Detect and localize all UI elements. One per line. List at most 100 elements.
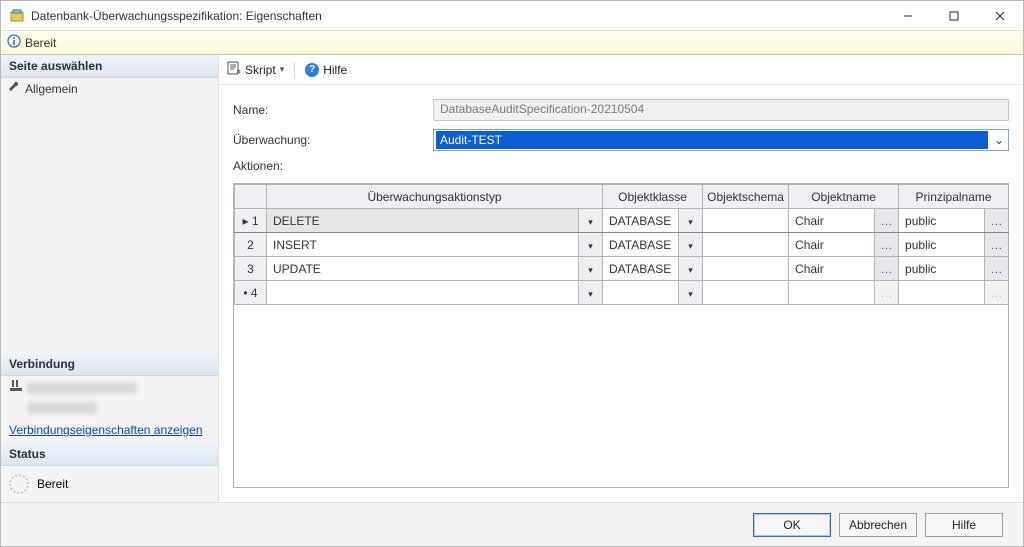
status-value: Bereit	[37, 477, 68, 491]
name-label: Name:	[233, 103, 433, 117]
chevron-down-icon: ▾	[688, 217, 693, 227]
toolbar: Skript ▾ ? Hilfe	[219, 55, 1023, 85]
object-schema-cell[interactable]	[703, 209, 788, 232]
chevron-down-icon: ▾	[588, 265, 593, 275]
ellipsis-button[interactable]: …	[985, 233, 1009, 257]
help-icon: ?	[305, 63, 319, 77]
ellipsis-button[interactable]: …	[875, 257, 899, 281]
table-row[interactable]: • 4 ▾ ▾ … …	[235, 281, 1009, 305]
table-row[interactable]: ▸ 1DELETE▾DATABASE▾Chair…public…	[235, 209, 1009, 233]
dropdown-arrow[interactable]: ▾	[579, 281, 603, 305]
ellipsis-button: …	[875, 281, 899, 305]
app-icon	[9, 8, 25, 24]
script-icon	[227, 61, 241, 78]
close-button[interactable]	[977, 1, 1023, 30]
dropdown-arrow[interactable]: ▾	[679, 233, 703, 257]
chevron-down-icon: ▾	[688, 241, 693, 251]
col-object-class[interactable]: Objektklasse	[603, 185, 703, 209]
object-name-cell[interactable]: Chair	[789, 257, 874, 280]
row-header[interactable]: ▸ 1	[235, 209, 267, 233]
row-header[interactable]: 2	[235, 233, 267, 257]
dropdown-arrow[interactable]: ▾	[679, 257, 703, 281]
window-title: Datenbank-Überwachungsspezifikation: Eig…	[31, 9, 885, 23]
actions-grid[interactable]: Überwachungsaktionstyp Objektklasse Obje…	[233, 183, 1009, 488]
maximize-button[interactable]	[931, 1, 977, 30]
connection-header: Verbindung	[1, 353, 218, 376]
object-schema-cell[interactable]	[703, 233, 788, 256]
chevron-down-icon[interactable]: ⌄	[990, 133, 1008, 147]
principal-name-cell[interactable]: public	[899, 257, 984, 280]
select-page-header: Seite auswählen	[1, 55, 218, 78]
ellipsis-button[interactable]: …	[985, 257, 1009, 281]
col-principal-name[interactable]: Prinzipalname	[899, 185, 1009, 209]
sidebar-item-label: Allgemein	[25, 82, 78, 96]
dialog-footer: OK Abbrechen Hilfe	[1, 502, 1023, 546]
chevron-down-icon: ▾	[688, 289, 693, 299]
col-object-schema[interactable]: Objektschema	[703, 185, 789, 209]
col-object-name[interactable]: Objektname	[789, 185, 899, 209]
sidebar: Seite auswählen Allgemein Verbindung x x…	[1, 55, 219, 502]
object-schema-cell[interactable]	[703, 281, 788, 304]
dropdown-arrow[interactable]: ▾	[579, 209, 603, 233]
minimize-button[interactable]	[885, 1, 931, 30]
col-action-type[interactable]: Überwachungsaktionstyp	[267, 185, 603, 209]
dropdown-arrow[interactable]: ▾	[579, 233, 603, 257]
chevron-down-icon: ▾	[588, 289, 593, 299]
action-type-cell[interactable]: INSERT	[267, 233, 578, 256]
status-spinner-icon	[9, 474, 29, 494]
ok-button[interactable]: OK	[753, 513, 831, 537]
principal-name-cell[interactable]: public	[899, 233, 984, 256]
object-schema-cell[interactable]	[703, 257, 788, 280]
action-type-cell[interactable]: DELETE	[267, 209, 578, 232]
name-field: DatabaseAuditSpecification-20210504	[433, 99, 1009, 121]
dropdown-arrow[interactable]: ▾	[579, 257, 603, 281]
dropdown-arrow[interactable]: ▾	[679, 209, 703, 233]
user-name-redacted: x	[27, 402, 97, 414]
row-header[interactable]: • 4	[235, 281, 267, 305]
ready-statusbar: Bereit	[1, 31, 1023, 55]
dropdown-arrow[interactable]: ▾	[679, 281, 703, 305]
object-class-cell[interactable]: DATABASE	[603, 209, 678, 232]
connection-info: x	[1, 376, 218, 399]
audit-combobox[interactable]: Audit-TEST ⌄	[433, 129, 1009, 151]
row-header[interactable]: 3	[235, 257, 267, 281]
ellipsis-button[interactable]: …	[875, 209, 899, 233]
sidebar-item-general[interactable]: Allgemein	[1, 78, 218, 99]
action-type-cell[interactable]: UPDATE	[267, 257, 578, 280]
object-name-cell[interactable]: Chair	[789, 209, 874, 232]
help-label: Hilfe	[323, 63, 347, 77]
wrench-icon	[9, 81, 21, 96]
connection-user: x	[1, 399, 218, 417]
action-type-cell[interactable]	[267, 281, 578, 304]
titlebar: Datenbank-Überwachungsspezifikation: Eig…	[1, 1, 1023, 31]
script-button[interactable]: Skript ▾	[227, 61, 284, 78]
object-class-cell[interactable]: DATABASE	[603, 233, 678, 256]
help-button-footer[interactable]: Hilfe	[925, 513, 1003, 537]
object-name-cell[interactable]: Chair	[789, 233, 874, 256]
ellipsis-button: …	[985, 281, 1009, 305]
ellipsis-button[interactable]: …	[875, 233, 899, 257]
object-class-cell[interactable]	[603, 281, 678, 304]
main-panel: Skript ▾ ? Hilfe Name: DatabaseAuditSpec…	[219, 55, 1023, 502]
script-label: Skript	[245, 63, 276, 77]
principal-name-cell[interactable]	[899, 281, 984, 304]
chevron-down-icon: ▾	[588, 241, 593, 251]
object-name-cell[interactable]	[789, 281, 874, 304]
chevron-down-icon: ▾	[688, 265, 693, 275]
table-row[interactable]: 2INSERT▾DATABASE▾Chair…public…	[235, 233, 1009, 257]
form-area: Name: DatabaseAuditSpecification-2021050…	[219, 85, 1023, 183]
principal-name-cell[interactable]: public	[899, 209, 984, 232]
status-section-header: Status	[1, 443, 218, 466]
view-connection-properties-link[interactable]: Verbindungseigenschaften anzeigen	[1, 417, 218, 443]
ellipsis-button[interactable]: …	[985, 209, 1009, 233]
audit-label: Überwachung:	[233, 133, 433, 147]
dialog-body: Seite auswählen Allgemein Verbindung x x…	[1, 55, 1023, 502]
object-class-cell[interactable]: DATABASE	[603, 257, 678, 280]
table-row[interactable]: 3UPDATE▾DATABASE▾Chair…public…	[235, 257, 1009, 281]
dialog-window: Datenbank-Überwachungsspezifikation: Eig…	[0, 0, 1024, 547]
help-button[interactable]: ? Hilfe	[305, 63, 347, 77]
info-icon	[7, 34, 21, 51]
server-name-redacted: x	[27, 382, 137, 394]
ready-text: Bereit	[25, 36, 56, 50]
cancel-button[interactable]: Abbrechen	[839, 513, 917, 537]
